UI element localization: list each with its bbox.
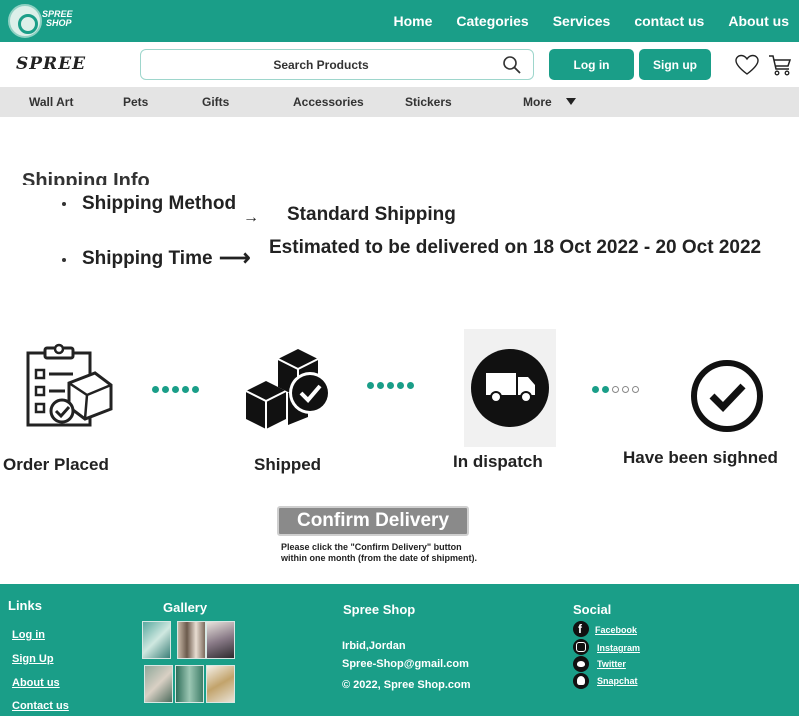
social-link-snapchat[interactable]: Snapchat <box>597 676 638 686</box>
category-wall-art[interactable]: Wall Art <box>29 87 73 117</box>
dot-filled <box>172 386 179 393</box>
dot-empty <box>632 386 639 393</box>
footer-link-contact[interactable]: Contact us <box>12 700 69 712</box>
instagram-icon[interactable] <box>573 639 589 655</box>
snapchat-icon[interactable] <box>573 673 589 689</box>
twitter-icon[interactable] <box>573 656 589 672</box>
clipboard-check-icon <box>26 343 113 427</box>
dot-filled <box>377 382 384 389</box>
category-pets[interactable]: Pets <box>123 87 148 117</box>
signup-button[interactable]: Sign up <box>639 49 711 80</box>
gallery-thumb-image[interactable] <box>177 621 206 659</box>
search-icon <box>503 56 521 74</box>
gallery-thumb-image[interactable] <box>206 665 235 703</box>
brand-wordmark[interactable]: SPREE <box>16 54 86 74</box>
dot-filled <box>192 386 199 393</box>
arrow-right-icon: → <box>243 209 259 226</box>
search-button[interactable] <box>501 55 523 75</box>
progress-dots-2 <box>367 382 414 389</box>
shipping-method-value: Standard Shipping <box>287 204 456 225</box>
search-input[interactable] <box>141 50 501 79</box>
shipping-time-value: Estimated to be delivered on 18 Oct 2022… <box>269 237 762 258</box>
category-gifts[interactable]: Gifts <box>202 87 229 117</box>
footer-email: Spree-Shop@gmail.com <box>342 658 469 670</box>
facebook-icon[interactable]: f <box>573 621 589 637</box>
shipping-info-title: Shipping Info <box>22 170 150 185</box>
nav-about-us[interactable]: About us <box>728 13 789 29</box>
dot-filled <box>407 382 414 389</box>
dot-filled <box>397 382 404 389</box>
bullet-icon <box>62 202 66 206</box>
login-button[interactable]: Log in <box>549 49 634 80</box>
progress-dots-1 <box>152 386 199 393</box>
step-label-shipped: Shipped <box>254 455 322 474</box>
category-more[interactable]: More <box>523 87 552 117</box>
category-accessories[interactable]: Accessories <box>293 87 364 117</box>
footer-gallery-heading: Gallery <box>163 600 208 615</box>
social-link-facebook[interactable]: Facebook <box>595 625 637 635</box>
confirm-delivery-button[interactable]: Confirm Delivery <box>277 506 469 536</box>
long-arrow-right-icon: ⟶ <box>219 245 251 270</box>
step-label-signed: Have been sighned <box>623 448 778 467</box>
footer: Links Log in Sign Up About us Contact us… <box>0 584 799 716</box>
nav-home[interactable]: Home <box>393 13 432 29</box>
dot-filled <box>162 386 169 393</box>
logo-emblem-icon <box>8 4 42 38</box>
heart-icon[interactable] <box>735 54 759 76</box>
progress-dots-3 <box>592 386 639 393</box>
dot-filled <box>367 382 374 389</box>
gallery-thumb-image[interactable] <box>144 665 173 703</box>
gallery-thumb-image[interactable] <box>206 621 235 659</box>
nav-services[interactable]: Services <box>553 13 611 29</box>
chevron-down-icon[interactable] <box>566 98 576 105</box>
nav-contact-us[interactable]: contact us <box>634 13 704 29</box>
dot-filled <box>152 386 159 393</box>
nav-categories[interactable]: Categories <box>456 13 528 29</box>
dot-filled <box>182 386 189 393</box>
footer-link-login[interactable]: Log in <box>12 629 45 641</box>
social-link-twitter[interactable]: Twitter <box>597 659 626 669</box>
dot-filled <box>602 386 609 393</box>
footer-copyright: © 2022, Spree Shop.com <box>342 679 471 691</box>
social-link-instagram[interactable]: Instagram <box>597 643 640 653</box>
bullet-icon <box>62 258 66 262</box>
search-box <box>140 49 534 80</box>
main-nav: Home Categories Services contact us Abou… <box>369 0 789 42</box>
boxes-check-icon <box>245 349 331 429</box>
check-circle-icon <box>691 360 763 432</box>
dot-empty <box>622 386 629 393</box>
footer-links-heading: Links <box>8 598 42 613</box>
footer-address: Irbid,Jordan <box>342 640 406 652</box>
category-stickers[interactable]: Stickers <box>405 87 452 117</box>
top-nav-bar: SPREE SHOP Home Categories Services cont… <box>0 0 799 42</box>
step-label-in-dispatch: In dispatch <box>453 452 543 471</box>
footer-link-signup[interactable]: Sign Up <box>12 653 54 665</box>
shipping-time-label: Shipping Time <box>82 248 213 269</box>
step-label-order-placed: Order Placed <box>3 455 109 474</box>
dot-filled <box>592 386 599 393</box>
footer-shop-heading: Spree Shop <box>343 602 416 617</box>
logo-text-line2: SHOP <box>46 18 72 28</box>
confirm-delivery-note: Please click the "Confirm Delivery" butt… <box>281 542 477 563</box>
shipping-method-label: Shipping Method <box>82 193 237 214</box>
gallery-thumb-image[interactable] <box>175 665 204 703</box>
logo[interactable]: SPREE SHOP <box>8 4 73 38</box>
dot-filled <box>387 382 394 389</box>
dot-empty <box>612 386 619 393</box>
gallery-thumb-image[interactable] <box>142 621 171 659</box>
category-bar: Wall Art Pets Gifts Accessories Stickers… <box>0 87 799 117</box>
cart-icon[interactable] <box>768 54 792 76</box>
footer-social-heading: Social <box>573 602 612 617</box>
footer-link-about[interactable]: About us <box>12 677 60 689</box>
truck-icon <box>464 329 556 447</box>
